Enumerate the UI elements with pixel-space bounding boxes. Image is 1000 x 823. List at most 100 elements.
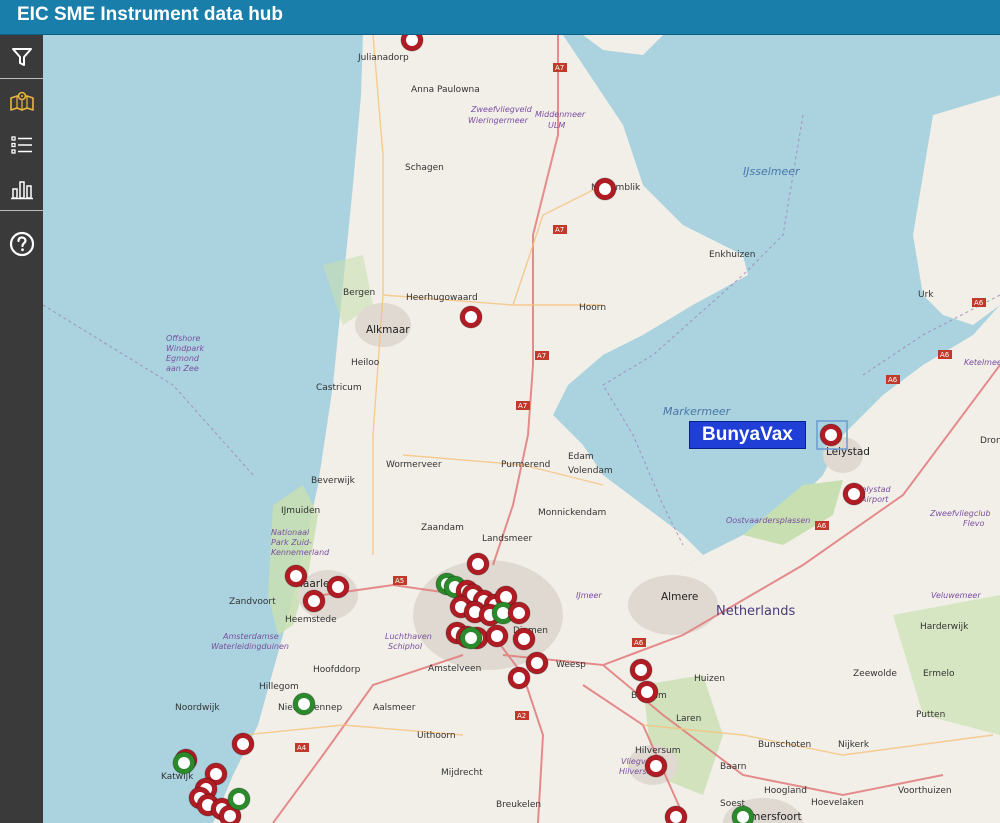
map-label: Weesp xyxy=(556,660,586,670)
map-label: Egmond xyxy=(166,354,200,363)
map-label: Wieringermeer xyxy=(468,116,529,125)
red-map-marker[interactable] xyxy=(629,658,653,682)
map-label: Breukelen xyxy=(496,800,541,810)
map-label: Waterleidingduinen xyxy=(211,642,289,651)
green-map-marker[interactable] xyxy=(731,805,755,823)
map-label: Enkhuizen xyxy=(709,250,755,260)
map-label: Amsterdamse xyxy=(222,632,279,641)
map-label: Ketelmeer xyxy=(964,358,1000,367)
map-label: Volendam xyxy=(568,466,613,476)
map-label: IJsselmeer xyxy=(743,165,801,178)
bar-chart-icon xyxy=(10,180,33,199)
red-map-marker[interactable] xyxy=(525,651,549,675)
marker-tooltip: BunyaVax xyxy=(689,421,806,449)
map-label: Castricum xyxy=(316,383,362,393)
red-map-marker[interactable] xyxy=(459,305,483,329)
map-label: Netherlands xyxy=(716,604,795,619)
list-button[interactable] xyxy=(0,123,43,166)
map-label: Hilversum xyxy=(635,746,681,756)
map-label: Hoorn xyxy=(579,303,606,313)
map-label: Harderwijk xyxy=(920,622,969,632)
chart-button[interactable] xyxy=(0,167,43,210)
map-label: Luchthaven xyxy=(385,632,432,641)
svg-text:A6: A6 xyxy=(634,639,644,647)
red-map-marker[interactable] xyxy=(507,666,531,690)
map-view[interactable]: Julianadorp Anna Paulowna Zweefvliegveld… xyxy=(43,35,1000,823)
map-button[interactable] xyxy=(0,79,43,122)
map-label: Bergen xyxy=(343,288,375,298)
svg-text:A6: A6 xyxy=(974,299,984,307)
map-label: Wormerveer xyxy=(386,460,442,470)
help-button[interactable] xyxy=(0,222,43,265)
green-map-marker[interactable] xyxy=(172,751,196,775)
red-map-marker[interactable] xyxy=(635,680,659,704)
red-map-marker[interactable] xyxy=(644,754,668,778)
map-label: Hoofddorp xyxy=(313,665,361,675)
map-label: Zweefvliegveld xyxy=(470,105,533,114)
help-icon xyxy=(9,231,34,256)
map-label: Monnickendam xyxy=(538,508,606,518)
map-label: Katwijk xyxy=(161,772,194,782)
map-label: Purmerend xyxy=(501,460,550,470)
map-label: Hillegom xyxy=(259,682,299,692)
red-map-marker[interactable] xyxy=(664,805,688,823)
red-map-marker[interactable] xyxy=(819,423,843,447)
red-map-marker[interactable] xyxy=(507,601,531,625)
map-label: Zandvoort xyxy=(229,597,276,607)
red-map-marker[interactable] xyxy=(842,482,866,506)
red-map-marker[interactable] xyxy=(302,589,326,613)
map-canvas[interactable]: Julianadorp Anna Paulowna Zweefvliegveld… xyxy=(43,35,1000,823)
map-label: Schagen xyxy=(405,163,444,173)
map-label: Park Zuid- xyxy=(271,538,312,547)
map-label: Urk xyxy=(918,290,934,300)
map-label: Markermeer xyxy=(663,405,732,418)
map-label: Flevo xyxy=(963,519,984,528)
map-label: Voorthuizen xyxy=(898,786,952,796)
svg-text:A2: A2 xyxy=(517,712,526,720)
map-label: Windpark xyxy=(166,344,205,353)
red-map-marker[interactable] xyxy=(466,552,490,576)
svg-text:A6: A6 xyxy=(888,376,898,384)
svg-text:A7: A7 xyxy=(518,402,527,410)
map-label: Zweefvliegclub xyxy=(929,509,991,518)
filter-icon xyxy=(11,47,32,66)
map-label: Veluwemeer xyxy=(931,591,981,600)
map-label: Beverwijk xyxy=(311,476,356,486)
map-label: Hoevelaken xyxy=(811,798,864,808)
red-map-marker[interactable] xyxy=(512,627,536,651)
map-label: Hoogland xyxy=(764,786,807,796)
list-icon xyxy=(10,135,32,154)
map-label: Oostvaardersplassen xyxy=(726,516,810,525)
map-label: Nationaal xyxy=(271,528,310,537)
map-label: Heerhugowaard xyxy=(406,293,478,303)
map-label: Dron xyxy=(980,436,1000,446)
sidebar xyxy=(0,35,43,823)
map-label: Schiphol xyxy=(388,642,423,651)
map-label: Heemstede xyxy=(285,615,337,625)
svg-text:A5: A5 xyxy=(395,577,404,585)
red-map-marker[interactable] xyxy=(593,177,617,201)
map-label: IJmuiden xyxy=(281,506,320,516)
map-label: Almere xyxy=(661,591,698,603)
map-label: Amstelveen xyxy=(428,664,481,674)
svg-text:A7: A7 xyxy=(555,64,564,72)
map-label: Mijdrecht xyxy=(441,768,483,778)
red-map-marker[interactable] xyxy=(326,575,350,599)
map-label: Putten xyxy=(916,710,945,720)
sidebar-divider xyxy=(0,210,43,211)
filter-button[interactable] xyxy=(0,35,43,78)
map-label: Alkmaar xyxy=(366,324,410,336)
red-map-marker[interactable] xyxy=(284,564,308,588)
svg-text:A7: A7 xyxy=(555,226,564,234)
map-label: aan Zee xyxy=(166,364,199,373)
map-label: Laren xyxy=(676,714,701,724)
map-label: Ermelo xyxy=(923,669,955,679)
map-label: Noordwijk xyxy=(175,703,220,713)
green-map-marker[interactable] xyxy=(227,787,251,811)
red-map-marker[interactable] xyxy=(231,732,255,756)
map-label: Heiloo xyxy=(351,358,380,368)
green-map-marker[interactable] xyxy=(459,626,483,650)
red-map-marker[interactable] xyxy=(485,624,509,648)
green-map-marker[interactable] xyxy=(292,692,316,716)
map-icon xyxy=(9,91,34,111)
